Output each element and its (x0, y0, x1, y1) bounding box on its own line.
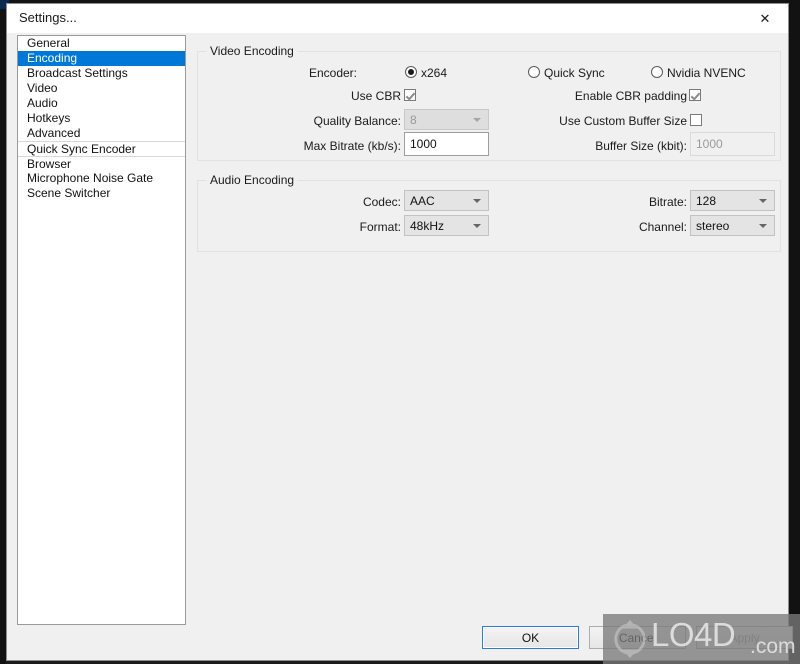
quality-balance-combo[interactable]: 8 (404, 109, 489, 130)
sidebar-item-hotkeys[interactable]: Hotkeys (18, 111, 185, 126)
channel-value: stereo (696, 218, 730, 233)
checkbox-enable-cbr-padding[interactable] (689, 89, 701, 101)
encoder-label: Encoder: (308, 66, 357, 80)
use-custom-buffer-size-label: Use Custom Buffer Size (559, 114, 687, 128)
codec-label: Codec: (362, 195, 401, 209)
sidebar-item-label: Microphone Noise Gate (27, 171, 154, 185)
sidebar-item-broadcast-settings[interactable]: Broadcast Settings (18, 66, 185, 81)
sidebar-item-label: Video (27, 81, 58, 95)
window-title: Settings... (19, 10, 77, 25)
bitrate-value: 128 (696, 193, 717, 208)
codec-combo[interactable]: AAC (404, 190, 489, 211)
format-label: Format: (359, 220, 401, 234)
sidebar-item-general[interactable]: General (18, 36, 185, 51)
buffer-size-input[interactable]: 1000 (690, 132, 775, 156)
sidebar-item-microphone-noise-gate[interactable]: Microphone Noise Gate (18, 171, 185, 186)
bitrate-combo[interactable]: 128 (690, 190, 775, 211)
chevron-down-icon (473, 117, 481, 122)
radio-encoder-quick-sync-label: Quick Sync (544, 66, 605, 80)
max-bitrate-input[interactable]: 1000 (404, 132, 489, 156)
sidebar-item-scene-switcher[interactable]: Scene Switcher (18, 186, 185, 201)
sidebar-item-label: Broadcast Settings (27, 66, 128, 80)
max-bitrate-label: Max Bitrate (kb/s): (303, 139, 401, 153)
sidebar-item-quick-sync-encoder[interactable]: Quick Sync Encoder (18, 141, 185, 156)
radio-encoder-quick-sync[interactable] (528, 66, 540, 78)
sidebar-item-video[interactable]: Video (18, 81, 185, 96)
sidebar-item-label: Browser (27, 157, 72, 171)
channel-label: Channel: (638, 220, 687, 234)
use-cbr-label: Use CBR (350, 89, 401, 103)
desktop-background-right (789, 0, 800, 664)
format-combo[interactable]: 48kHz (404, 215, 489, 236)
enable-cbr-padding-label: Enable CBR padding (574, 89, 687, 103)
checkbox-use-cbr[interactable] (404, 89, 416, 101)
title-bar: Settings... ✕ (7, 4, 788, 33)
radio-encoder-nvidia-nvenc-label: Nvidia NVENC (667, 66, 746, 80)
max-bitrate-value: 1000 (410, 137, 437, 151)
sidebar-item-label: Encoding (27, 51, 78, 65)
buffer-size-value: 1000 (696, 137, 723, 151)
bitrate-label: Bitrate: (648, 195, 687, 209)
radio-encoder-nvidia-nvenc[interactable] (651, 66, 663, 78)
format-value: 48kHz (410, 218, 445, 233)
sidebar-item-label: General (27, 36, 70, 50)
ok-button[interactable]: OK (482, 626, 579, 649)
sidebar-item-label: Scene Switcher (27, 186, 111, 200)
radio-encoder-x264[interactable] (405, 66, 417, 78)
sidebar-item-encoding[interactable]: Encoding (18, 51, 185, 66)
sidebar-item-label: Hotkeys (27, 111, 71, 125)
sidebar-item-advanced[interactable]: Advanced (18, 126, 185, 141)
radio-encoder-x264-label: x264 (421, 66, 448, 80)
channel-combo[interactable]: stereo (690, 215, 775, 236)
sidebar-item-label: Advanced (27, 126, 81, 140)
cancel-button[interactable]: Cancel (589, 626, 686, 649)
close-icon[interactable]: ✕ (742, 4, 788, 33)
screen: Settings... ✕ General Encoding Broadcast S… (0, 0, 800, 664)
buffer-size-label: Buffer Size (kbit): (595, 139, 687, 153)
audio-encoding-group-label: Audio Encoding (206, 173, 299, 187)
chevron-down-icon (473, 223, 481, 228)
sidebar-item-browser[interactable]: Browser (18, 156, 185, 171)
quality-balance-value: 8 (410, 112, 417, 127)
quality-balance-label: Quality Balance: (313, 114, 401, 128)
chevron-down-icon (759, 223, 767, 228)
apply-button[interactable]: Apply (696, 626, 793, 649)
sidebar-item-label: Quick Sync Encoder (27, 142, 136, 156)
video-encoding-group-label: Video Encoding (206, 44, 298, 58)
chevron-down-icon (759, 198, 767, 203)
chevron-down-icon (473, 198, 481, 203)
settings-category-list[interactable]: General Encoding Broadcast Settings Video Au… (17, 35, 186, 625)
sidebar-item-audio[interactable]: Audio (18, 96, 185, 111)
settings-dialog: Settings... ✕ General Encoding Broadcast S… (6, 3, 793, 661)
sidebar-item-label: Audio (27, 96, 58, 110)
codec-value: AAC (410, 193, 435, 208)
checkbox-use-custom-buffer-size[interactable] (690, 114, 702, 126)
